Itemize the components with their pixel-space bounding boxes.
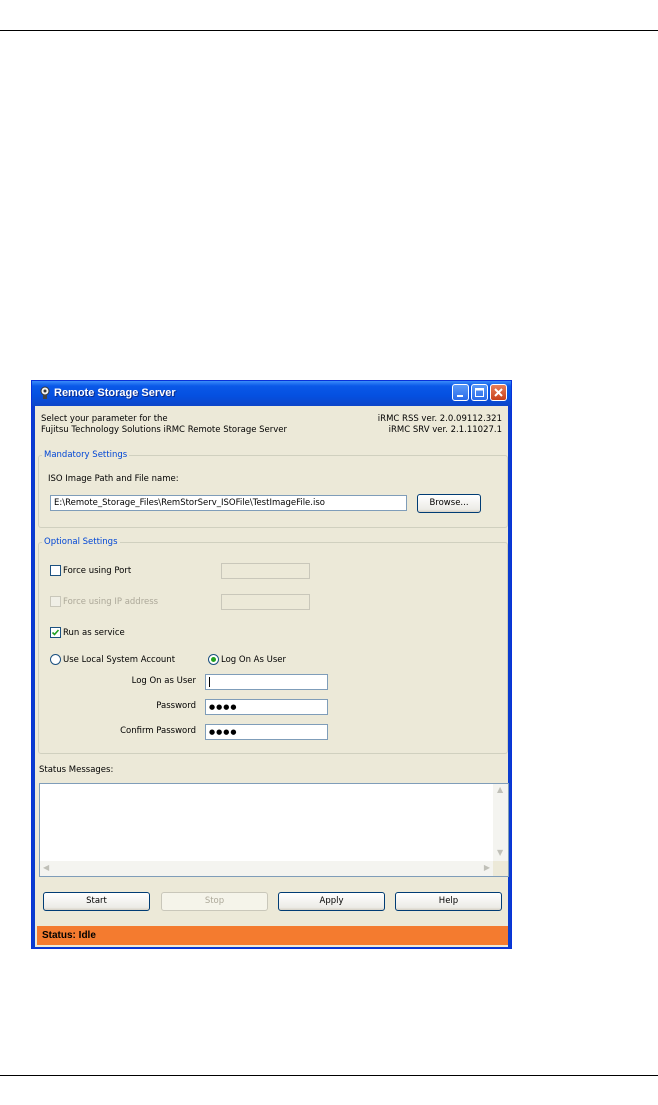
iso-path-label: ISO Image Path and File name: bbox=[48, 474, 179, 484]
run-as-service-label: Run as service bbox=[63, 628, 125, 638]
browse-button[interactable]: Browse... bbox=[417, 494, 481, 513]
mandatory-settings-legend: Mandatory Settings bbox=[42, 450, 130, 460]
help-button[interactable]: Help bbox=[395, 892, 502, 911]
password-input[interactable]: ●●●● bbox=[205, 699, 328, 715]
force-ip-label: Force using IP address bbox=[63, 597, 159, 607]
intro-line-2: Fujitsu Technology Solutions iRMC Remote… bbox=[41, 425, 288, 435]
srv-version: iRMC SRV ver. 2.1.11027.1 bbox=[388, 425, 502, 435]
stop-button[interactable]: Stop bbox=[161, 892, 268, 911]
logon-user-label: Log On as User bbox=[131, 676, 196, 686]
close-icon bbox=[494, 388, 503, 397]
status-messages-textarea[interactable]: ▲ ▼ ◀ ▶ bbox=[39, 783, 509, 877]
scroll-left-icon[interactable]: ◀ bbox=[43, 863, 49, 872]
start-button[interactable]: Start bbox=[43, 892, 150, 911]
scrollbar-corner bbox=[493, 861, 508, 876]
scroll-right-icon[interactable]: ▶ bbox=[484, 863, 490, 872]
maximize-icon bbox=[475, 388, 484, 397]
title-bar[interactable]: Remote Storage Server bbox=[32, 381, 511, 406]
status-messages-label: Status Messages: bbox=[39, 765, 114, 775]
confirm-password-input[interactable]: ●●●● bbox=[205, 724, 328, 740]
confirm-password-label: Confirm Password bbox=[120, 726, 196, 736]
force-ip-checkbox[interactable] bbox=[50, 596, 61, 607]
radio-selected-dot bbox=[211, 657, 216, 662]
scroll-up-icon[interactable]: ▲ bbox=[497, 785, 503, 794]
check-mark-icon bbox=[51, 629, 60, 636]
log-on-as-user-radio-label: Log On As User bbox=[221, 655, 286, 665]
window-title: Remote Storage Server bbox=[54, 387, 176, 399]
force-port-label: Force using Port bbox=[63, 566, 132, 576]
horizontal-scrollbar[interactable]: ◀ ▶ bbox=[40, 861, 493, 876]
ip-address-input[interactable] bbox=[221, 594, 310, 610]
password-label: Password bbox=[156, 701, 196, 711]
logon-user-input[interactable] bbox=[205, 674, 328, 690]
minimize-icon bbox=[457, 395, 463, 397]
remote-storage-server-window: Remote Storage Server Select your parame… bbox=[31, 380, 512, 949]
scroll-down-icon[interactable]: ▼ bbox=[497, 848, 503, 857]
page-top-rule bbox=[0, 30, 658, 31]
close-button[interactable] bbox=[490, 384, 507, 401]
iso-path-input[interactable]: E:\Remote_Storage_Files\RemStorServ_ISOF… bbox=[50, 495, 407, 511]
optional-settings-legend: Optional Settings bbox=[42, 537, 120, 547]
dialog-client-area: Select your parameter for the Fujitsu Te… bbox=[35, 406, 509, 947]
vertical-scrollbar[interactable]: ▲ ▼ bbox=[493, 784, 508, 861]
run-as-service-checkbox[interactable] bbox=[50, 627, 61, 638]
log-on-as-user-radio[interactable] bbox=[208, 654, 219, 665]
maximize-button[interactable] bbox=[471, 384, 488, 401]
intro-line-1: Select your parameter for the bbox=[41, 414, 168, 424]
app-icon bbox=[40, 386, 50, 399]
rss-version: iRMC RSS ver. 2.0.09112.321 bbox=[377, 414, 502, 424]
text-cursor bbox=[209, 676, 210, 687]
force-port-checkbox[interactable] bbox=[50, 565, 61, 576]
status-bar: Status: Idle bbox=[37, 926, 508, 945]
port-input[interactable] bbox=[221, 563, 310, 579]
local-system-label: Use Local System Account bbox=[63, 655, 176, 665]
local-system-radio[interactable] bbox=[50, 654, 61, 665]
page-bottom-rule bbox=[0, 1075, 658, 1076]
apply-button[interactable]: Apply bbox=[278, 892, 385, 911]
mandatory-settings-group bbox=[38, 455, 508, 528]
minimize-button[interactable] bbox=[452, 384, 469, 401]
